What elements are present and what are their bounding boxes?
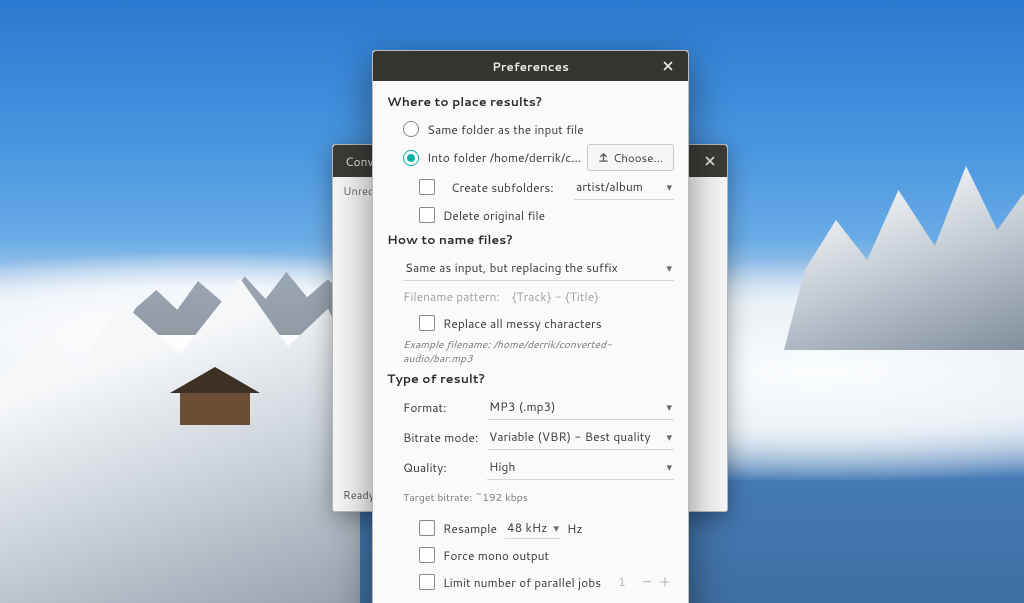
preferences-body: Where to place results? Same folder as t… <box>373 81 688 601</box>
desktop-wallpaper: Conve Unreco Ready Preferences Where to … <box>0 0 1024 603</box>
jobs-stepper: − + <box>638 575 674 589</box>
filename-pattern-row: Filename pattern: {Track} - {Title} <box>387 284 674 308</box>
radio-same-folder-row[interactable]: Same folder as the input file <box>387 117 674 141</box>
create-subfolders-checkbox[interactable] <box>419 179 435 195</box>
quality-label: Quality: <box>403 459 487 476</box>
example-filename: Example filename: /home/derrik/converted… <box>387 338 674 366</box>
main-window-close-button[interactable] <box>693 145 727 177</box>
close-icon <box>705 156 715 166</box>
radio-same-folder-label: Same folder as the input file <box>427 121 584 138</box>
force-mono-label: Force mono output <box>443 547 549 564</box>
preferences-dialog: Preferences Where to place results? Same… <box>372 50 689 603</box>
create-subfolders-label: Create subfolders: <box>451 179 554 196</box>
bitrate-mode-label: Bitrate mode: <box>403 429 487 446</box>
format-select[interactable]: MP3 (.mp3) ▾ <box>487 394 674 420</box>
upload-icon <box>598 152 609 163</box>
subfolder-pattern-select[interactable]: artist/album ▾ <box>574 174 674 200</box>
preferences-title: Preferences <box>492 58 569 75</box>
caret-down-icon: ▾ <box>666 260 672 276</box>
preferences-titlebar[interactable]: Preferences <box>373 51 688 81</box>
limit-jobs-label: Limit number of parallel jobs <box>443 574 601 591</box>
jobs-decrement-button[interactable]: − <box>638 575 656 589</box>
choose-folder-button[interactable]: Choose... <box>587 144 674 171</box>
filename-pattern-hint: {Track} - {Title} <box>512 288 599 305</box>
quality-row: Quality: High ▾ <box>387 454 674 480</box>
caret-down-icon: ▾ <box>666 459 672 475</box>
format-row: Format: MP3 (.mp3) ▾ <box>387 394 674 420</box>
delete-original-checkbox[interactable] <box>419 207 435 223</box>
caret-down-icon: ▾ <box>554 520 560 536</box>
radio-into-folder[interactable] <box>403 150 419 166</box>
replace-messy-checkbox[interactable] <box>419 315 435 331</box>
result-heading: Type of result? <box>387 370 674 388</box>
radio-into-folder-label: Into folder /home/derrik/converted-audio <box>427 149 587 166</box>
quality-select[interactable]: High ▾ <box>487 454 674 480</box>
resample-checkbox[interactable] <box>419 520 435 536</box>
resample-rate-select[interactable]: 48 kHz ▾ <box>505 517 561 539</box>
naming-mode-row: Same as input, but replacing the suffix … <box>387 255 674 281</box>
caret-down-icon: ▾ <box>666 399 672 415</box>
preferences-close-icon-button[interactable] <box>654 51 682 81</box>
naming-heading: How to name files? <box>387 231 674 249</box>
target-bitrate-note: Target bitrate: ~192 kbps <box>387 486 674 510</box>
jobs-increment-button[interactable]: + <box>656 575 674 589</box>
resample-row: Resample 48 kHz ▾ Hz <box>387 516 674 540</box>
radio-same-folder[interactable] <box>403 121 419 137</box>
main-window-status: Ready <box>343 487 374 503</box>
naming-mode-select[interactable]: Same as input, but replacing the suffix … <box>403 255 674 281</box>
close-icon <box>663 61 673 71</box>
limit-jobs-row: Limit number of parallel jobs − + <box>387 570 674 594</box>
force-mono-checkbox[interactable] <box>419 547 435 563</box>
format-label: Format: <box>403 399 487 416</box>
delete-original-label: Delete original file <box>443 207 545 224</box>
replace-messy-row: Replace all messy characters <box>387 311 674 335</box>
force-mono-row: Force mono output <box>387 543 674 567</box>
jobs-number-input[interactable] <box>606 574 638 590</box>
bitrate-mode-row: Bitrate mode: Variable (VBR) - Best qual… <box>387 424 674 450</box>
caret-down-icon: ▾ <box>666 179 672 195</box>
resample-label: Resample <box>443 520 499 537</box>
resample-unit: Hz <box>567 520 583 537</box>
filename-pattern-label: Filename pattern: <box>403 288 500 305</box>
create-subfolders-row: Create subfolders: artist/album ▾ <box>387 174 674 200</box>
delete-original-row: Delete original file <box>387 203 674 227</box>
placement-heading: Where to place results? <box>387 93 674 111</box>
limit-jobs-checkbox[interactable] <box>419 574 435 590</box>
bitrate-mode-select[interactable]: Variable (VBR) - Best quality ▾ <box>487 424 674 450</box>
replace-messy-label: Replace all messy characters <box>443 315 602 332</box>
radio-into-folder-row[interactable]: Into folder /home/derrik/converted-audio… <box>387 144 674 171</box>
wallpaper-hut <box>160 365 270 425</box>
caret-down-icon: ▾ <box>666 429 672 445</box>
wallpaper-right-peak <box>784 150 1024 350</box>
